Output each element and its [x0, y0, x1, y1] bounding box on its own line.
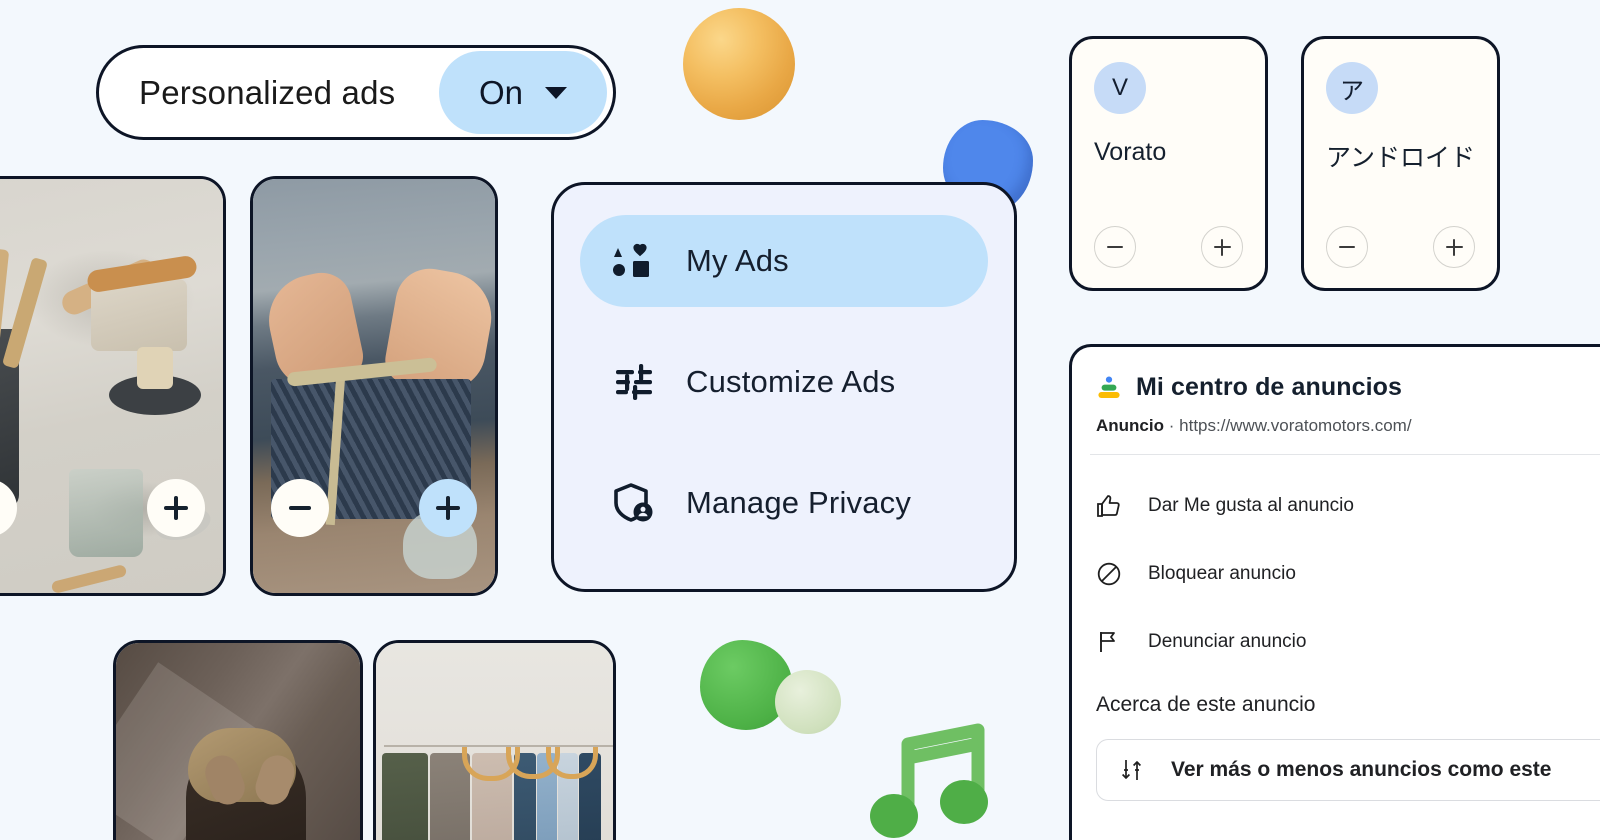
see-more-less-ads-label: Ver más o menos anuncios como este: [1171, 758, 1552, 781]
menu-item-manage-privacy[interactable]: Manage Privacy: [580, 457, 988, 549]
brand-name: アンドロイド: [1326, 144, 1476, 172]
ad-action-label: Bloquear anuncio: [1148, 563, 1296, 584]
plus-button[interactable]: [147, 479, 205, 537]
ad-badge: Anuncio: [1096, 416, 1164, 435]
ad-image-tile-bathroom[interactable]: [0, 176, 226, 596]
brand-card-controls: [1094, 226, 1243, 268]
tile-controls: [253, 479, 495, 537]
menu-item-label: Manage Privacy: [686, 485, 912, 520]
ads-menu-card: My Ads Customize Ads Manage Privacy: [551, 182, 1017, 592]
page-root: Personalized ads On My Ads Customize Ads…: [0, 0, 1600, 840]
ad-url-separator: ·: [1168, 416, 1175, 435]
ad-panel-header: Mi centro de anuncios Anuncio · https://…: [1072, 347, 1600, 454]
ad-info-panel: Mi centro de anuncios Anuncio · https://…: [1069, 344, 1600, 840]
avatar-letter: ア: [1340, 77, 1364, 105]
menu-item-customize-ads[interactable]: Customize Ads: [580, 336, 988, 428]
plus-button[interactable]: [1201, 226, 1243, 268]
pale-green-disc: [775, 670, 841, 734]
menu-item-label: My Ads: [686, 243, 789, 278]
personalized-ads-label: Personalized ads: [139, 73, 396, 111]
flag-icon: [1100, 632, 1115, 652]
shapes-icon: [613, 243, 649, 277]
ad-url-line: Anuncio · https://www.voratomotors.com/: [1096, 416, 1600, 436]
minus-button[interactable]: [0, 479, 17, 537]
menu-item-label: Customize Ads: [686, 364, 896, 399]
personalized-ads-toggle[interactable]: On: [439, 51, 607, 134]
ad-action-label: Dar Me gusta al anuncio: [1148, 495, 1354, 516]
plus-button[interactable]: [419, 479, 477, 537]
ad-actions-list: Dar Me gusta al anuncio Bloquear anuncio…: [1072, 455, 1600, 667]
chevron-down-icon: [545, 86, 568, 99]
ad-image-tile-gift[interactable]: [250, 176, 498, 596]
woman-with-hat-photo: [116, 643, 360, 840]
personalized-ads-value: On: [478, 73, 524, 111]
google-ad-center-icon: [1098, 376, 1120, 398]
minus-button[interactable]: [1326, 226, 1368, 268]
ad-image-tile-clothes[interactable]: [373, 640, 616, 840]
ad-url-text: https://www.voratomotors.com/: [1179, 416, 1412, 435]
minus-button[interactable]: [1094, 226, 1136, 268]
more-less-icon: [1121, 760, 1142, 780]
thumb-up-icon: [1097, 495, 1120, 517]
ad-action-like[interactable]: Dar Me gusta al anuncio: [1096, 481, 1600, 531]
avatar: V: [1094, 62, 1146, 114]
brand-card-android[interactable]: ア アンドロイド: [1301, 36, 1500, 291]
tile-controls: [0, 479, 223, 537]
tune-sliders-icon: [616, 364, 652, 400]
ad-panel-title: Mi centro de anuncios: [1136, 373, 1403, 401]
see-more-less-ads-button[interactable]: Ver más o menos anuncios como este: [1096, 739, 1600, 801]
avatar-letter: V: [1111, 74, 1128, 101]
orange-sphere: [683, 8, 795, 120]
menu-item-my-ads[interactable]: My Ads: [580, 215, 988, 307]
brand-card-vorato[interactable]: V Vorato: [1069, 36, 1268, 291]
green-music-note-icon: [870, 723, 988, 838]
avatar: ア: [1326, 62, 1378, 114]
ad-action-block[interactable]: Bloquear anuncio: [1096, 549, 1600, 599]
block-icon: [1097, 562, 1121, 586]
clothes-rack-photo: [376, 643, 613, 840]
ad-section-title: Acerca de este anuncio: [1096, 693, 1316, 716]
ad-action-report[interactable]: Denunciar anuncio: [1096, 617, 1600, 667]
plus-button[interactable]: [1433, 226, 1475, 268]
brand-card-controls: [1326, 226, 1475, 268]
ad-image-tile-hat[interactable]: [113, 640, 363, 840]
shield-person-icon: [614, 483, 653, 522]
brand-name: Vorato: [1094, 138, 1167, 166]
personalized-ads-control[interactable]: Personalized ads On: [96, 45, 616, 140]
minus-button[interactable]: [271, 479, 329, 537]
ad-action-label: Denunciar anuncio: [1148, 631, 1307, 652]
